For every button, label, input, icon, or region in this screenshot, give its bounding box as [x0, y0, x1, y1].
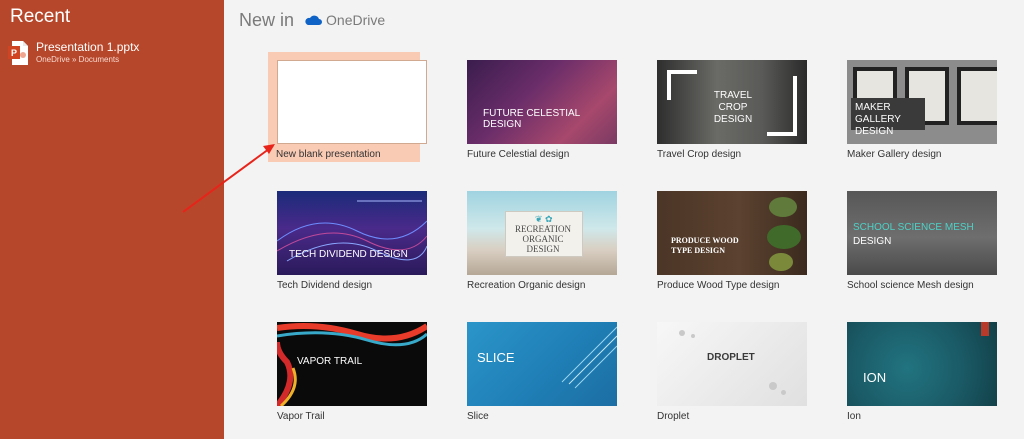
- thumbnail-title: MAKER GALLERY DESIGN: [855, 102, 901, 137]
- location-header: New in OneDrive: [239, 8, 385, 32]
- template-thumbnail: FUTURE CELESTIAL DESIGN: [467, 60, 617, 144]
- recent-file-path: OneDrive » Documents: [36, 55, 120, 64]
- template-travel-crop[interactable]: TRAVEL CROP DESIGN Travel Crop design: [656, 52, 808, 162]
- template-droplet[interactable]: DROPLET Droplet: [656, 314, 808, 424]
- template-label: Vapor Trail: [277, 411, 325, 422]
- templates-panel: New in OneDrive New blank presentation F…: [224, 0, 1024, 439]
- template-tech-dividend[interactable]: TECH DIVIDEND DESIGN Tech Dividend desig…: [276, 183, 428, 293]
- template-label: Recreation Organic design: [467, 280, 586, 291]
- template-ion[interactable]: ION Ion: [846, 314, 998, 424]
- recent-title: Recent: [10, 6, 71, 27]
- thumbnail-subtitle: DESIGN: [853, 236, 892, 247]
- template-thumbnail: ❦ ✿ RECREATION ORGANIC DESIGN: [467, 191, 617, 275]
- template-vapor-trail[interactable]: VAPOR TRAIL Vapor Trail: [276, 314, 428, 424]
- thumbnail-title: TECH DIVIDEND DESIGN: [289, 249, 408, 260]
- template-label: New blank presentation: [276, 149, 381, 160]
- recent-file-item[interactable]: P Presentation 1.pptx OneDrive » Documen…: [8, 40, 218, 66]
- svg-text:P: P: [11, 48, 17, 58]
- template-label: Tech Dividend design: [277, 280, 373, 291]
- template-thumbnail: MAKER GALLERY DESIGN: [847, 60, 997, 144]
- thumbnail-title: RECREATION ORGANIC DESIGN: [515, 224, 571, 254]
- template-recreation-organic[interactable]: ❦ ✿ RECREATION ORGANIC DESIGN Recreation…: [466, 183, 618, 293]
- template-slice[interactable]: SLICE Slice: [466, 314, 618, 424]
- thumbnail-title: PRODUCE WOOD TYPE DESIGN: [671, 236, 739, 255]
- thumbnail-title: VAPOR TRAIL: [297, 356, 363, 367]
- template-label: Slice: [467, 411, 489, 422]
- thumbnail-title: FUTURE CELESTIAL DESIGN: [483, 108, 580, 130]
- onedrive-cloud-icon: [305, 15, 323, 25]
- template-label: Ion: [847, 411, 861, 422]
- header-title: New in: [239, 9, 295, 30]
- template-label: Future Celestial design: [467, 149, 570, 160]
- template-thumbnail: DROPLET: [657, 322, 807, 406]
- template-produce-wood[interactable]: PRODUCE WOOD TYPE DESIGN Produce Wood Ty…: [656, 183, 808, 293]
- thumbnail-title: TRAVEL CROP DESIGN: [713, 90, 753, 125]
- template-thumbnail: SLICE: [467, 322, 617, 406]
- template-thumbnail: [277, 60, 427, 144]
- pptx-file-icon: P: [8, 41, 28, 65]
- template-label: Maker Gallery design: [847, 149, 942, 160]
- template-school-science-mesh[interactable]: SCHOOL SCIENCE MESH DESIGN School scienc…: [846, 183, 998, 293]
- recent-file-name: Presentation 1.pptx: [36, 40, 140, 54]
- template-label: School science Mesh design: [847, 280, 974, 291]
- template-thumbnail: VAPOR TRAIL: [277, 322, 427, 406]
- thumbnail-title: DROPLET: [707, 352, 755, 363]
- template-thumbnail: PRODUCE WOOD TYPE DESIGN: [657, 191, 807, 275]
- recent-sidebar: Recent P Presentation 1.pptx OneDrive » …: [0, 0, 224, 439]
- template-maker-gallery[interactable]: MAKER GALLERY DESIGN Maker Gallery desig…: [846, 52, 998, 162]
- template-future-celestial[interactable]: FUTURE CELESTIAL DESIGN Future Celestial…: [466, 52, 618, 162]
- template-thumbnail: TRAVEL CROP DESIGN: [657, 60, 807, 144]
- template-thumbnail: ION: [847, 322, 997, 406]
- template-label: Travel Crop design: [657, 149, 742, 160]
- template-label: Droplet: [657, 411, 690, 422]
- thumbnail-title: SLICE: [477, 350, 515, 365]
- thumbnail-title: SCHOOL SCIENCE MESH: [853, 222, 974, 233]
- template-label: Produce Wood Type design: [657, 280, 780, 291]
- template-thumbnail: SCHOOL SCIENCE MESH DESIGN: [847, 191, 997, 275]
- header-service[interactable]: OneDrive: [326, 12, 385, 28]
- template-blank[interactable]: New blank presentation: [268, 52, 427, 162]
- template-thumbnail: TECH DIVIDEND DESIGN: [277, 191, 427, 275]
- thumbnail-title: ION: [863, 370, 887, 385]
